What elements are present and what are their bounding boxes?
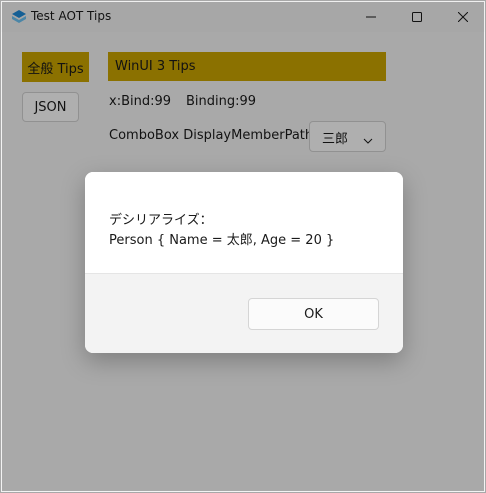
ok-button[interactable]: OK [248, 298, 379, 330]
dialog-footer: OK [85, 273, 403, 353]
message-dialog: デシリアライズ： Person { Name = 太郎, Age = 20 } … [85, 172, 403, 353]
app-window: Test AOT Tips 全般 Tips JSON WinUI 3 Tips … [0, 0, 486, 493]
dialog-message-title: デシリアライズ： [109, 213, 213, 228]
dialog-message-detail: Person { Name = 太郎, Age = 20 } [109, 233, 335, 248]
dialog-body: デシリアライズ： Person { Name = 太郎, Age = 20 } [85, 172, 403, 273]
